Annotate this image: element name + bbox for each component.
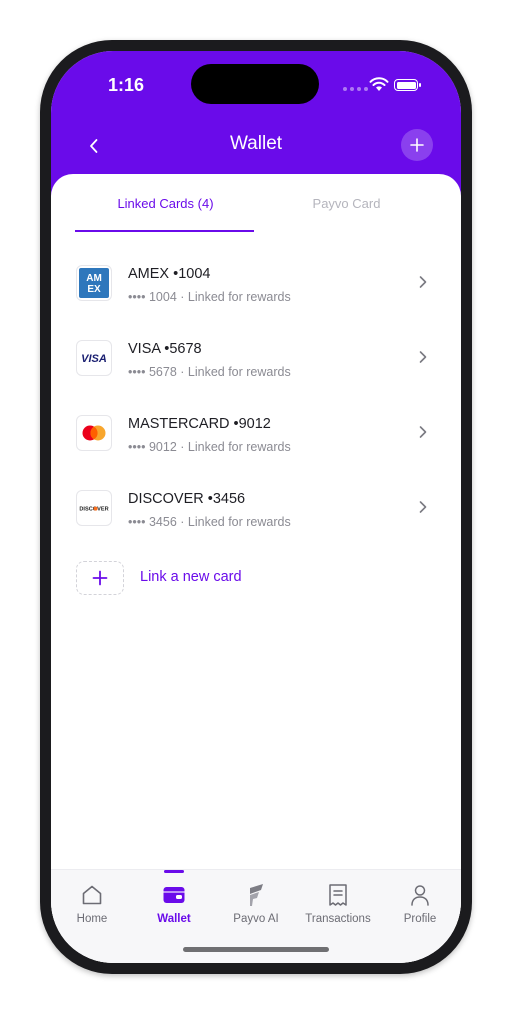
page-title: Wallet (229, 133, 283, 154)
wifi-icon (369, 77, 389, 91)
svg-text:EX: EX (87, 284, 101, 295)
tabbar-label: Wallet (157, 913, 191, 925)
card-detail: •••• 3456 · Linked for rewards (128, 515, 291, 529)
card-row-amex[interactable]: AM EX AMEX •1004 •••• 1004 · Linked for … (51, 253, 461, 328)
chevron-right-icon (419, 501, 427, 513)
card-name: MASTERCARD •9012 (128, 416, 271, 432)
link-new-card-button[interactable]: Link a new card (76, 561, 316, 597)
card-name: VISA •5678 (128, 341, 202, 357)
visa-logo: VISA (76, 340, 112, 376)
amex-logo-text-top: AM (86, 273, 102, 284)
tabbar-transactions[interactable]: Transactions (297, 870, 379, 940)
link-plus-box (76, 561, 124, 595)
battery-icon (394, 79, 421, 91)
dynamic-island (191, 64, 319, 104)
link-new-card-label: Link a new card (140, 569, 242, 585)
amex-logo: AM EX (76, 265, 112, 301)
card-row-visa[interactable]: VISA VISA •5678 •••• 5678 · Linked for r… (51, 328, 461, 403)
card-detail: •••• 5678 · Linked for rewards (128, 365, 291, 379)
tabbar-payvo-ai[interactable]: Payvo AI (215, 870, 297, 940)
tab-linked-cards[interactable]: Linked Cards (4) (75, 174, 256, 232)
tabbar-home[interactable]: Home (51, 870, 133, 940)
mastercard-logo (76, 415, 112, 451)
card-detail: •••• 1004 · Linked for rewards (128, 290, 291, 304)
plus-icon (410, 138, 424, 152)
content-sheet: Linked Cards (4) Payvo Card AM EX AMEX •… (51, 174, 461, 963)
add-card-button[interactable] (401, 129, 433, 161)
card-row-discover[interactable]: DISCOVER DISCOVER •3456 •••• 3456 · Link… (51, 478, 461, 553)
person-icon (411, 885, 429, 906)
visa-logo-text: VISA (81, 353, 107, 365)
screen: 1:16 Wallet Linked Cards (4) Payvo Card … (51, 51, 461, 963)
linked-card-list: AM EX AMEX •1004 •••• 1004 · Linked for … (51, 253, 461, 553)
tab-payvo-card[interactable]: Payvo Card (256, 174, 437, 232)
receipt-icon (329, 884, 347, 906)
tabbar-label: Home (76, 913, 108, 925)
tabbar-wallet[interactable]: Wallet (133, 870, 215, 940)
phone-frame: 1:16 Wallet Linked Cards (4) Payvo Card … (40, 40, 472, 974)
card-name: DISCOVER •3456 (128, 491, 246, 507)
payvo-ai-icon (250, 884, 263, 906)
tabbar-label: Payvo AI (233, 913, 279, 925)
tabbar-profile[interactable]: Profile (379, 870, 461, 940)
wallet-icon (163, 887, 185, 903)
card-row-mastercard[interactable]: MASTERCARD •9012 •••• 9012 · Linked for … (51, 403, 461, 478)
card-detail: •••• 9012 · Linked for rewards (128, 440, 291, 454)
discover-logo: DISCOVER (76, 490, 112, 526)
chevron-right-icon (419, 351, 427, 363)
chevron-right-icon (419, 276, 427, 288)
segment-tabs: Linked Cards (4) Payvo Card (75, 174, 437, 232)
tabbar-label: Transactions (305, 913, 371, 925)
home-indicator (183, 947, 329, 952)
signal-icon (343, 87, 368, 91)
chevron-right-icon (419, 426, 427, 438)
card-name: AMEX •1004 (128, 266, 211, 282)
home-icon (82, 885, 102, 905)
plus-icon (92, 570, 108, 586)
tabbar-label: Profile (403, 913, 437, 925)
status-time: 1:16 (107, 75, 145, 95)
